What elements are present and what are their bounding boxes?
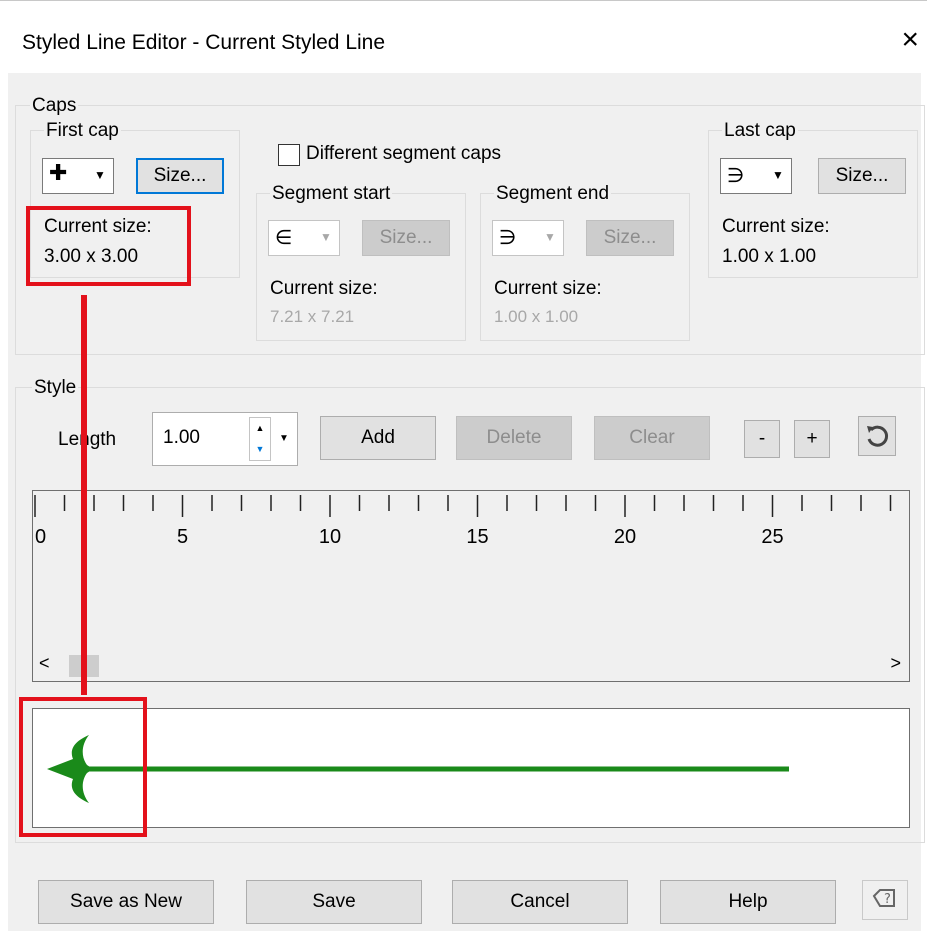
clear-button[interactable]: Clear (594, 416, 710, 460)
length-label: Length (58, 429, 117, 450)
caps-group-label: Caps (30, 95, 79, 117)
last-cap-current-size-label: Current size: (722, 216, 830, 237)
ruler-label: 0 (35, 526, 46, 548)
ruler-label: 5 (177, 526, 188, 548)
segment-start-size-button[interactable]: Size... (362, 220, 450, 256)
add-button[interactable]: Add (320, 416, 436, 460)
chevron-down-icon: ▼ (320, 230, 332, 244)
svg-text:?: ? (884, 892, 891, 907)
ruler-label: 25 (761, 526, 783, 548)
highlight-preview-cap (19, 697, 147, 837)
ruler-label: 15 (466, 526, 488, 548)
segment-end-label: Segment end (494, 183, 612, 205)
scroll-left-icon[interactable]: < (39, 653, 50, 674)
context-help-icon: ? (872, 889, 895, 907)
horizontal-scrollbar[interactable]: < > (33, 651, 909, 681)
cancel-button[interactable]: Cancel (452, 880, 628, 924)
segment-end-dropdown[interactable]: ∋ ▼ (492, 220, 564, 256)
save-as-new-button[interactable]: Save as New (38, 880, 214, 924)
dash-pattern-ruler[interactable]: 0 5 10 15 20 25 < > (32, 490, 910, 682)
first-cap-glyph: ✚ (49, 161, 68, 186)
spin-down-icon[interactable]: ▼ (250, 439, 270, 460)
undo-icon (867, 425, 889, 447)
first-cap-size-button[interactable]: Size... (136, 158, 224, 194)
last-cap-size-button[interactable]: Size... (818, 158, 906, 194)
zoom-out-button[interactable]: - (744, 420, 780, 458)
chevron-down-icon[interactable]: ▼ (275, 421, 293, 457)
scroll-right-icon[interactable]: > (890, 653, 901, 674)
preview-line (47, 735, 789, 803)
chevron-down-icon: ▼ (544, 230, 556, 244)
highlight-current-size (26, 206, 191, 286)
context-help-button[interactable]: ? (862, 880, 908, 920)
segment-end-size-button[interactable]: Size... (586, 220, 674, 256)
different-segment-caps-label: Different segment caps (306, 143, 502, 164)
different-segment-caps-checkbox[interactable] (278, 144, 300, 166)
delete-button[interactable]: Delete (456, 416, 572, 460)
first-cap-dropdown[interactable]: ✚ ▼ (42, 158, 114, 194)
segment-end-glyph: ∋ (499, 225, 517, 249)
ruler-ticks: 0 5 10 15 20 25 (34, 495, 892, 548)
spin-up-icon[interactable]: ▲ (250, 418, 270, 439)
first-cap-label: First cap (44, 120, 121, 142)
ruler-label: 10 (319, 526, 341, 548)
chevron-down-icon: ▼ (772, 168, 784, 182)
segment-start-glyph: ∈ (275, 225, 293, 249)
close-icon[interactable]: × (901, 25, 919, 55)
window-title: Styled Line Editor - Current Styled Line (22, 31, 386, 54)
ruler-label: 20 (614, 526, 636, 548)
length-input[interactable]: 1.00 ▲ ▼ ▼ (152, 412, 298, 466)
last-cap-label: Last cap (722, 120, 798, 142)
style-group-label: Style (32, 377, 79, 399)
length-value: 1.00 (163, 427, 200, 448)
help-button[interactable]: Help (660, 880, 836, 924)
zoom-in-button[interactable]: + (794, 420, 830, 458)
segment-start-current-size-value: 7.21 x 7.21 (270, 307, 355, 326)
segment-start-label: Segment start (270, 183, 393, 205)
last-cap-current-size-value: 1.00 x 1.00 (722, 246, 817, 267)
reset-button[interactable] (858, 416, 896, 456)
length-spinner[interactable]: ▲ ▼ (249, 417, 271, 461)
save-button[interactable]: Save (246, 880, 422, 924)
segment-start-dropdown[interactable]: ∈ ▼ (268, 220, 340, 256)
chevron-down-icon: ▼ (94, 168, 106, 182)
segment-end-current-size-value: 1.00 x 1.00 (494, 307, 579, 326)
line-preview (32, 708, 910, 828)
title-bar: Styled Line Editor - Current Styled Line… (0, 0, 927, 73)
segment-end-current-size-label: Current size: (494, 278, 602, 299)
last-cap-dropdown[interactable]: ∋ ▼ (720, 158, 792, 194)
last-cap-glyph: ∋ (727, 163, 745, 187)
segment-start-current-size-label: Current size: (270, 278, 378, 299)
highlight-connector (81, 295, 87, 695)
